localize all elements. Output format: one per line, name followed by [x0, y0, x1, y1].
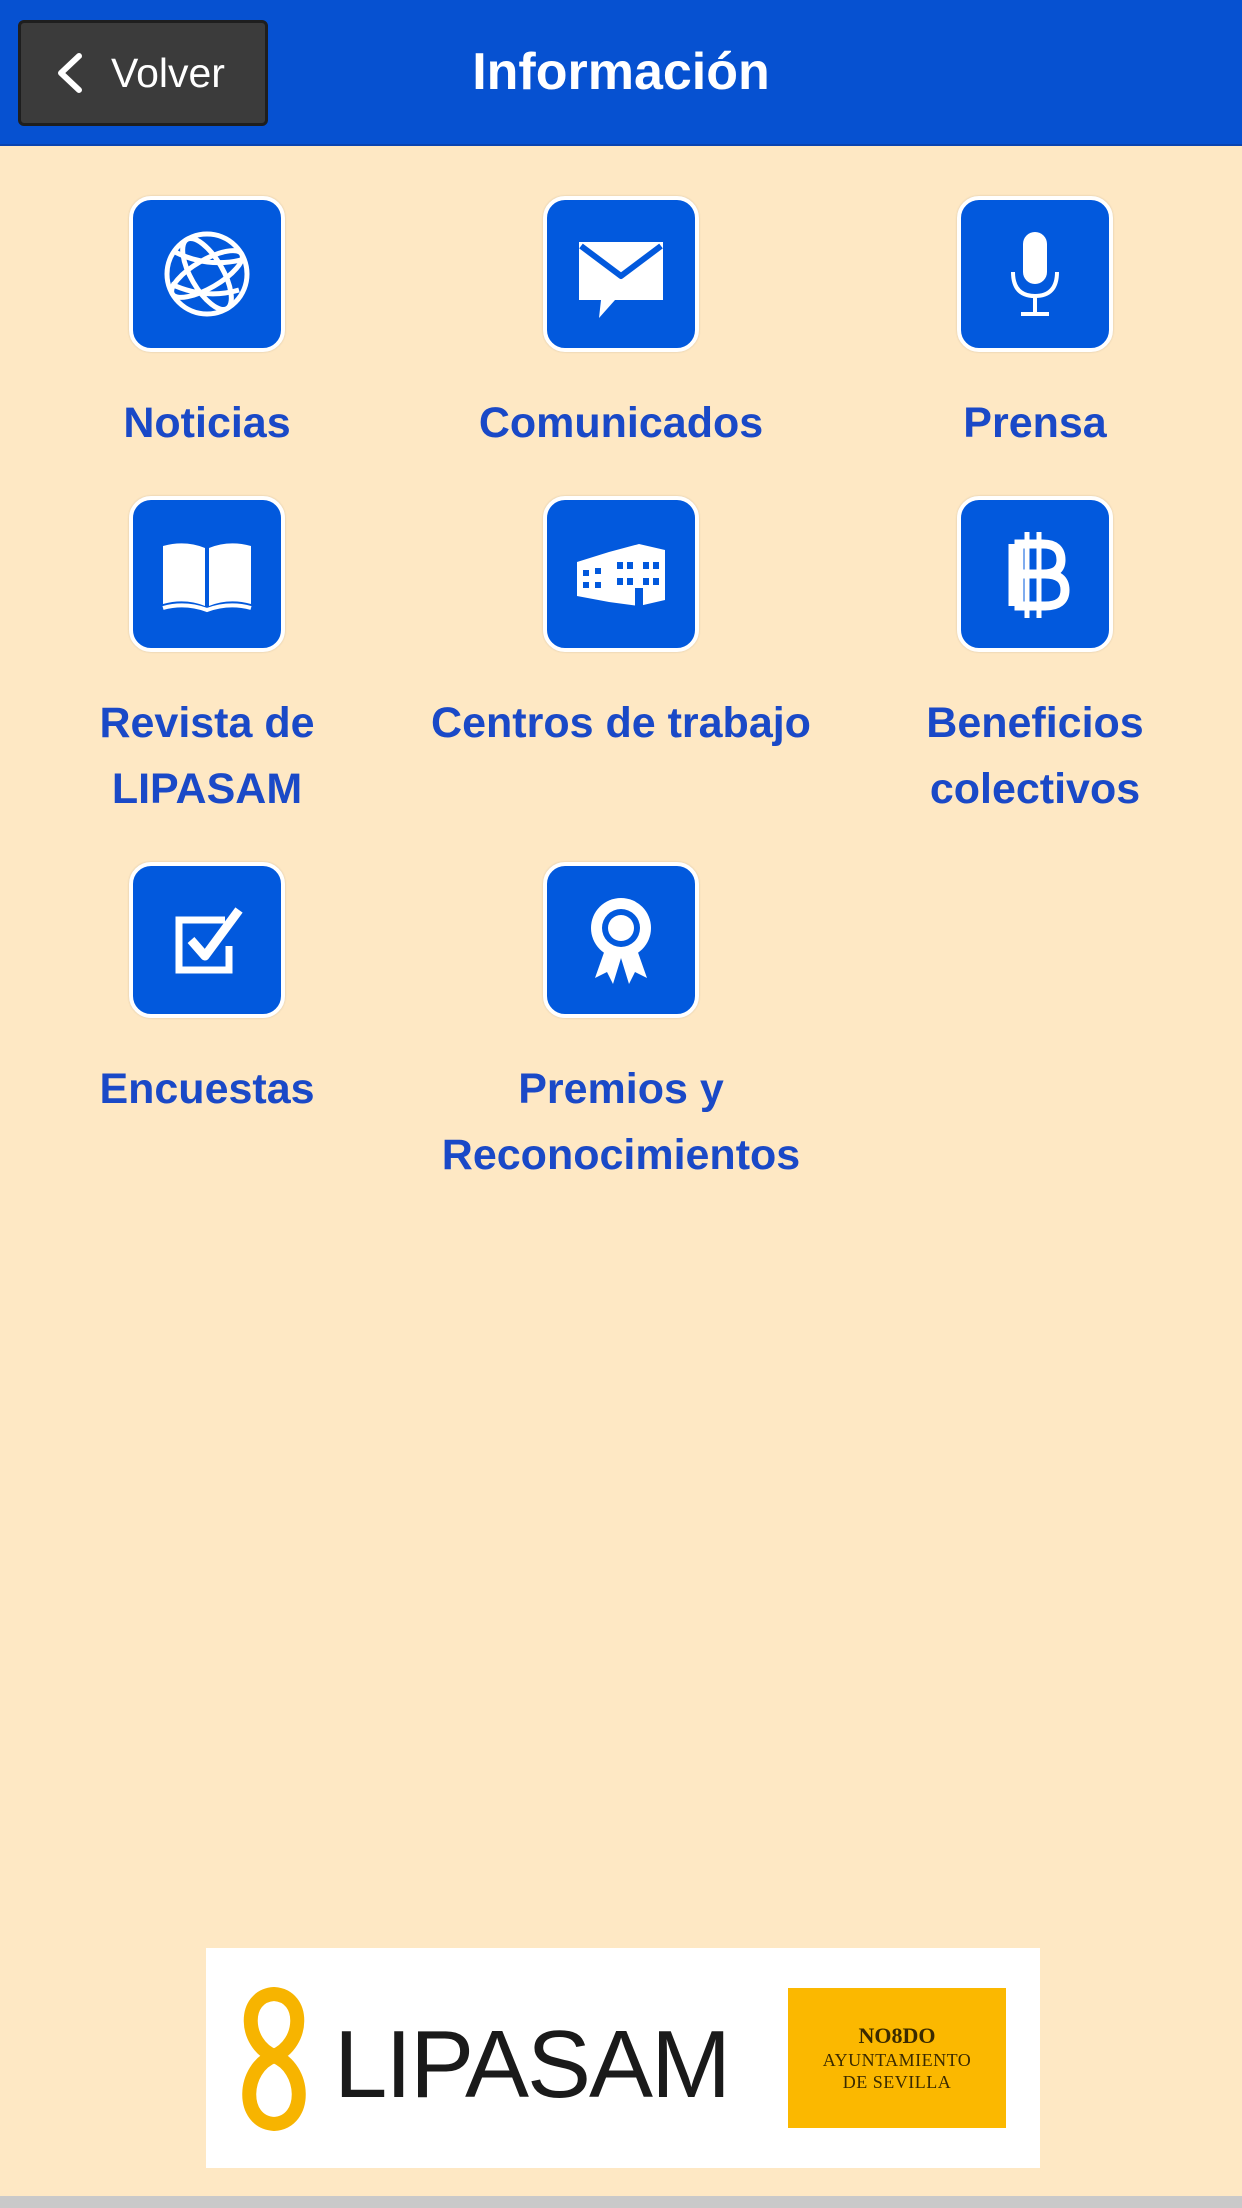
ayuntamiento-seal: NO8DO AYUNTAMIENTO DE SEVILLA — [788, 1988, 1006, 2128]
open-book-icon — [162, 543, 252, 613]
bottom-divider — [0, 2196, 1242, 2208]
menu-item-label: Noticias — [123, 399, 291, 447]
back-button[interactable]: Volver — [18, 20, 268, 126]
lipasam-logo: LIPASAM NO8DO AYUNTAMIENTO DE SEVILLA — [206, 1948, 1040, 2168]
menu-item-label: Comunicados — [478, 399, 764, 447]
menu-item-label: Centros de trabajo — [431, 699, 811, 747]
seal-line-2: DE SEVILLA — [842, 2072, 952, 2092]
menu-item-label: Prensa — [963, 399, 1107, 447]
seal-motto: NO8DO — [858, 2023, 936, 2048]
chevron-left-icon — [58, 53, 82, 93]
tile-beneficios[interactable] — [957, 496, 1113, 652]
tile-comunicados[interactable] — [543, 196, 699, 352]
header-bar: Volver Información — [0, 0, 1242, 146]
menu-item-noticias[interactable]: Noticias — [0, 196, 414, 456]
back-button-label: Volver — [111, 49, 225, 96]
menu-item-encuestas[interactable]: Encuestas — [0, 862, 414, 1122]
menu-item-label: Revista de LIPASAM — [99, 699, 315, 813]
checkbox-icon — [175, 907, 243, 974]
menu-item-comunicados[interactable]: Comunicados — [414, 196, 828, 456]
tile-revista[interactable] — [129, 496, 285, 652]
menu-item-label: Encuestas — [99, 1065, 315, 1113]
logo-wordmark: LIPASAM — [334, 2011, 731, 2118]
menu-item-label: Beneficios colectivos — [926, 699, 1144, 813]
microphone-icon — [1011, 232, 1059, 316]
menu-item-centros[interactable]: Centros de trabajo — [414, 496, 828, 756]
baht-currency-icon — [1008, 532, 1070, 618]
menu-item-beneficios[interactable]: Beneficios colectivos — [828, 496, 1242, 822]
tile-centros[interactable] — [543, 496, 699, 652]
menu-item-prensa[interactable]: Prensa — [828, 196, 1242, 456]
lipasam-symbol-icon — [242, 1986, 306, 2132]
menu-item-premios[interactable]: Premios y Reconocimientos — [414, 862, 828, 1188]
tile-premios[interactable] — [543, 862, 699, 1018]
menu-item-revista[interactable]: Revista de LIPASAM — [0, 496, 414, 822]
tile-noticias[interactable] — [129, 196, 285, 352]
tile-prensa[interactable] — [957, 196, 1113, 352]
globe-icon — [164, 231, 250, 317]
envelope-chat-icon — [579, 242, 663, 318]
seal-line-1: AYUNTAMIENTO — [822, 2050, 972, 2070]
building-icon — [577, 544, 665, 606]
tile-encuestas[interactable] — [129, 862, 285, 1018]
menu-item-label: Premios y Reconocimientos — [441, 1065, 801, 1179]
award-ribbon-icon — [591, 898, 651, 984]
